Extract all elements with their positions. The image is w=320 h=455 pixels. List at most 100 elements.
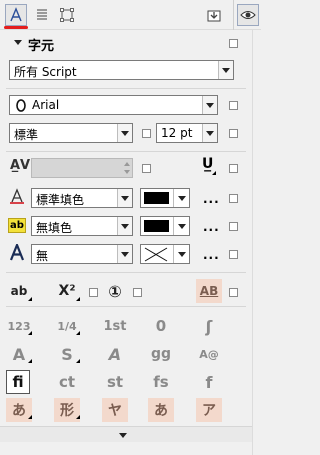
divider xyxy=(6,151,246,152)
panel-options-button[interactable] xyxy=(203,4,225,26)
outline-width-select[interactable]: 無 xyxy=(31,244,133,264)
contextual-alternates-icon[interactable]: gg xyxy=(148,342,174,366)
chevron-down-icon xyxy=(202,96,217,114)
kerning-input[interactable] xyxy=(31,158,133,178)
flyout-corner xyxy=(28,331,32,335)
chevron-down-icon xyxy=(117,245,132,263)
chevron-down-icon xyxy=(119,433,127,438)
spin-up-icon xyxy=(124,162,130,166)
character-tab[interactable] xyxy=(5,4,27,26)
chevron-down-icon xyxy=(202,124,217,142)
character-section-header[interactable]: 字元 xyxy=(0,30,252,56)
underline-checkbox[interactable] xyxy=(229,164,238,173)
background-fill-select[interactable]: 無填色 xyxy=(31,216,133,236)
divider xyxy=(6,88,246,89)
chevron-down-icon xyxy=(117,217,132,235)
fill-settings-button[interactable]: ... xyxy=(203,192,220,206)
fill-type-select[interactable]: 標準填色 xyxy=(31,188,133,208)
slashed-zero-icon[interactable]: 0 xyxy=(148,314,174,338)
no-color-icon xyxy=(144,247,168,262)
flyout-corner xyxy=(28,297,32,301)
kerning-icon: A̲V xyxy=(10,158,31,173)
chevron-down-icon xyxy=(218,61,233,79)
text-properties-panel: 字元 所有 Script Arial 標準 12 pt A̲V U̲ 標準填色 … xyxy=(0,0,261,455)
flyout-corner xyxy=(212,171,216,175)
historical-ligatures-icon[interactable]: st xyxy=(102,370,128,394)
chevron-down-icon xyxy=(173,217,189,235)
expand-more-button[interactable] xyxy=(0,426,252,442)
divider xyxy=(6,306,246,307)
paragraph-tab[interactable] xyxy=(31,4,53,26)
background-color-picker[interactable] xyxy=(140,216,190,236)
chevron-down-icon xyxy=(117,189,132,207)
outline-width-value: 無 xyxy=(36,249,49,263)
script-select-value: 所有 Script xyxy=(14,65,77,79)
import-icon xyxy=(207,10,221,22)
standard-ligatures-icon[interactable]: fi xyxy=(6,370,30,394)
fill-color-swatch xyxy=(144,192,169,204)
case-sensitive-forms-icon[interactable]: A@ xyxy=(196,342,222,366)
enclosed-checkbox[interactable] xyxy=(133,288,142,297)
titling-alternates-icon[interactable]: f xyxy=(196,370,222,394)
active-tab-underline xyxy=(4,26,28,29)
outline-settings-button[interactable]: ... xyxy=(203,248,220,262)
font-name-select[interactable]: Arial xyxy=(9,95,218,115)
divider xyxy=(6,272,246,273)
frame-tab[interactable] xyxy=(56,4,78,26)
text-fill-icon xyxy=(10,188,24,204)
paragraph-lines-icon xyxy=(37,9,47,20)
background-checkbox[interactable] xyxy=(229,222,238,231)
section-checkbox[interactable] xyxy=(229,39,238,48)
font-style-checkbox[interactable] xyxy=(142,129,151,138)
background-settings-button[interactable]: ... xyxy=(203,220,220,234)
outline-color-picker[interactable] xyxy=(140,244,190,264)
panel-scrollbar[interactable] xyxy=(252,30,261,455)
kerning-checkbox[interactable] xyxy=(142,164,151,173)
flyout-corner xyxy=(76,415,80,419)
discretionary-ligatures-icon[interactable]: ct xyxy=(54,370,80,394)
ligature-ab-icon[interactable]: AB xyxy=(196,279,222,303)
flyout-corner xyxy=(28,359,32,363)
background-color-swatch xyxy=(144,220,169,232)
script-select[interactable]: 所有 Script xyxy=(9,60,234,80)
position-checkbox[interactable] xyxy=(89,288,98,297)
ruby-icon[interactable]: あ xyxy=(148,398,174,422)
font-style-value: 標準 xyxy=(14,128,39,142)
panel-toolbar xyxy=(0,0,261,30)
ligature-checkbox[interactable] xyxy=(229,288,238,297)
text-outline-icon xyxy=(9,244,25,261)
opentype-font-icon xyxy=(16,99,26,112)
historical-forms-icon[interactable]: fs xyxy=(148,370,174,394)
underline-icon[interactable]: U̲ xyxy=(202,157,213,171)
spin-down-icon xyxy=(124,170,130,174)
collapse-icon xyxy=(14,40,22,45)
frame-icon xyxy=(60,8,74,22)
swash-icon[interactable]: A xyxy=(102,342,128,366)
fill-color-picker[interactable] xyxy=(140,188,190,208)
font-size-select[interactable]: 12 pt xyxy=(156,123,218,143)
katakana-form-icon[interactable]: ア xyxy=(196,398,222,422)
chevron-down-icon xyxy=(117,124,132,142)
chevron-down-icon xyxy=(173,245,189,263)
enclosed-character-icon[interactable]: ① xyxy=(102,279,128,303)
ornaments-icon[interactable]: ʃ xyxy=(196,314,222,338)
flyout-corner xyxy=(76,331,80,335)
flyout-corner xyxy=(76,359,80,363)
chevron-down-icon xyxy=(173,189,189,207)
section-title: 字元 xyxy=(28,39,55,54)
vertical-alternates-icon[interactable]: ヤ xyxy=(102,398,128,422)
fill-type-value: 標準填色 xyxy=(36,193,85,207)
ordinals-icon[interactable]: 1st xyxy=(102,314,128,338)
font-name-value: Arial xyxy=(32,98,60,112)
fill-checkbox[interactable] xyxy=(229,194,238,203)
preview-toggle[interactable] xyxy=(237,4,259,26)
background-fill-value: 無填色 xyxy=(36,221,73,235)
eye-icon xyxy=(240,11,256,19)
flyout-corner xyxy=(28,415,32,419)
flyout-corner xyxy=(76,297,80,301)
font-style-select[interactable]: 標準 xyxy=(9,123,133,143)
outline-checkbox[interactable] xyxy=(229,250,238,259)
font-size-checkbox[interactable] xyxy=(229,129,238,138)
font-size-value: 12 pt xyxy=(161,126,193,140)
font-name-checkbox[interactable] xyxy=(229,101,238,110)
